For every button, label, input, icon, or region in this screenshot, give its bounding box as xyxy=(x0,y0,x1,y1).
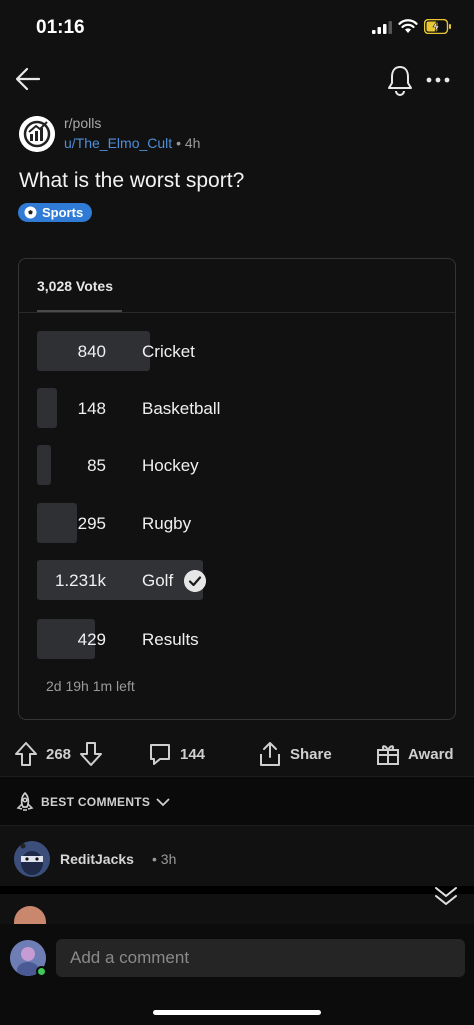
share-button[interactable]: Share xyxy=(258,733,332,775)
double-chevron-down-icon[interactable] xyxy=(432,885,460,907)
comment-bubble-icon xyxy=(150,744,170,765)
option-label: Cricket xyxy=(142,342,195,361)
bell-icon[interactable] xyxy=(385,64,415,96)
rocket-icon xyxy=(16,792,34,811)
post-title: What is the worst sport? xyxy=(19,169,245,192)
poll-divider xyxy=(19,312,455,313)
sort-label: BEST COMMENTS xyxy=(41,795,151,809)
soccer-ball-icon xyxy=(24,206,37,219)
downvote-icon[interactable] xyxy=(79,741,103,767)
flair-badge[interactable]: Sports xyxy=(18,203,93,222)
upvote-icon[interactable] xyxy=(14,741,38,767)
share-label: Share xyxy=(290,745,332,763)
more-options-icon[interactable] xyxy=(424,67,452,93)
poll-option[interactable]: 840 Cricket xyxy=(37,331,203,371)
award-icon xyxy=(377,745,399,765)
option-count: 840 xyxy=(77,342,106,361)
share-icon xyxy=(260,742,280,766)
option-label: Basketball xyxy=(142,399,221,418)
add-comment-input[interactable] xyxy=(56,939,465,977)
poll-option[interactable]: 429 Results xyxy=(37,619,203,659)
poll-option-selected[interactable]: 1.231k Golf xyxy=(37,560,206,600)
option-label: Rugby xyxy=(142,514,192,533)
poll-option[interactable]: 148 Basketball xyxy=(37,388,220,428)
option-count: 1.231k xyxy=(54,571,106,590)
meta-separator: • xyxy=(176,135,181,151)
option-count: 148 xyxy=(77,399,106,418)
subreddit-name[interactable]: r/polls xyxy=(64,115,101,131)
author-link[interactable]: u/The_Elmo_Cult xyxy=(64,135,172,151)
award-button[interactable]: Award xyxy=(376,733,454,775)
comment-item[interactable]: ReditJacks • 3h xyxy=(0,826,474,888)
option-count: 85 xyxy=(87,456,106,475)
comments-button[interactable]: 144 xyxy=(148,733,205,775)
vote-count: 268 xyxy=(46,745,72,763)
post-action-bar: 268 144 Share Award xyxy=(0,733,474,775)
comment-sort-bar[interactable]: BEST COMMENTS xyxy=(0,776,474,826)
total-votes: 3,028 Votes xyxy=(37,278,114,294)
online-indicator xyxy=(36,966,47,977)
flair-label: Sports xyxy=(42,205,84,220)
option-count: 429 xyxy=(77,630,106,649)
option-label: Results xyxy=(142,630,199,649)
post-age: 4h xyxy=(184,135,201,151)
option-count: 295 xyxy=(77,514,106,533)
option-label: Hockey xyxy=(142,456,199,475)
signal-icon xyxy=(372,21,392,34)
wifi-icon xyxy=(398,19,418,33)
poll-card: 3,028 Votes 840 Cricket 148 Basketball 8… xyxy=(18,258,456,720)
comment-composer-bar xyxy=(0,924,474,1025)
poll-time-left: 2d 19h 1m left xyxy=(46,678,135,694)
comment-author[interactable]: ReditJacks xyxy=(60,851,134,867)
comment-meta: • 3h xyxy=(152,851,176,867)
commenter-avatar[interactable] xyxy=(14,841,50,877)
poll-option[interactable]: 85 Hockey xyxy=(37,445,203,485)
home-indicator xyxy=(153,1010,321,1015)
subreddit-avatar[interactable] xyxy=(19,116,55,152)
poll-option[interactable]: 295 Rugby xyxy=(37,503,203,543)
comment-separator-bar xyxy=(0,886,474,894)
comment-separator: • xyxy=(152,851,157,867)
comment-count: 144 xyxy=(180,745,206,763)
option-label: Golf xyxy=(142,571,174,590)
status-bar: 01:16 xyxy=(0,0,474,56)
checkmark-icon xyxy=(184,570,206,592)
chevron-down-icon xyxy=(156,798,170,807)
award-label: Award xyxy=(408,745,454,763)
back-arrow-icon[interactable] xyxy=(12,62,46,96)
comment-age: 3h xyxy=(160,851,177,867)
vote-group: 268 xyxy=(14,733,103,775)
post-meta: u/The_Elmo_Cult • 4h xyxy=(64,135,200,151)
status-time: 01:16 xyxy=(36,17,85,38)
battery-charging-icon xyxy=(424,19,451,34)
next-comment-avatar-partial xyxy=(14,906,46,926)
